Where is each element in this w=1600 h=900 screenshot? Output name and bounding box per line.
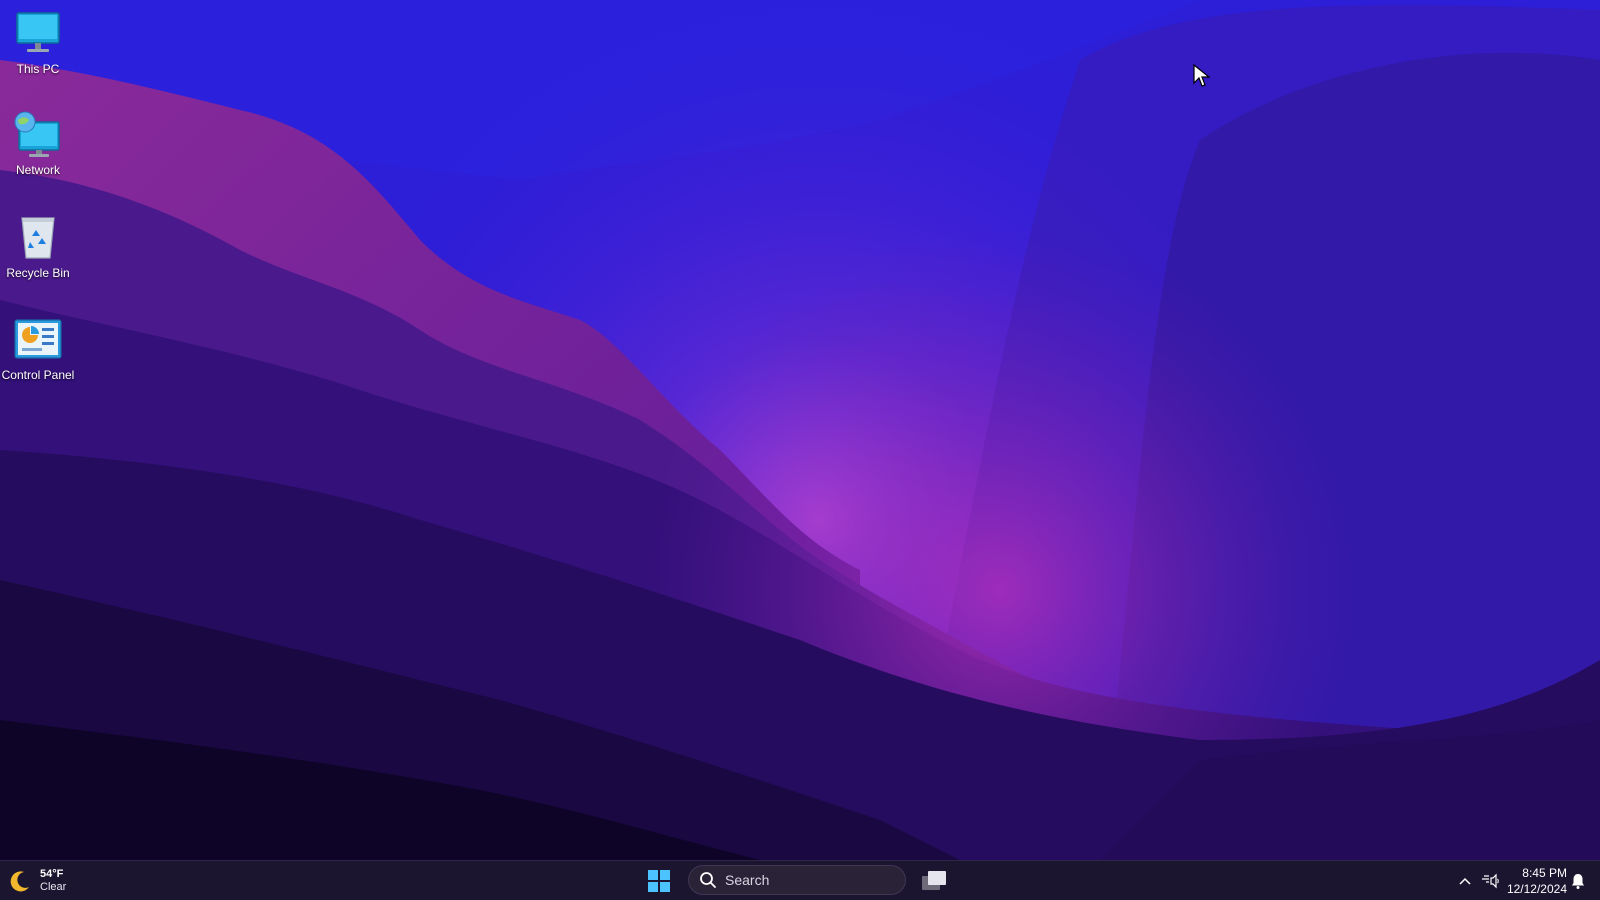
show-hidden-icons-button[interactable] [1457,871,1473,891]
notification-center-button[interactable] [1568,871,1588,891]
start-button[interactable] [645,868,673,894]
monitor-icon [13,8,63,58]
desktop-icon-network[interactable]: Network [0,109,76,177]
desktop-icon-label: Network [15,163,60,177]
desktop-icon-this-pc[interactable]: This PC [0,8,76,76]
mouse-cursor-icon [1193,64,1211,87]
windows-logo-icon [648,870,670,892]
desktop-icon-label: Control Panel [1,368,75,382]
control-panel-icon [13,314,63,364]
network-globe-icon [13,109,63,159]
task-view-icon [922,871,946,890]
desktop[interactable]: This PC Network Recycle Bin Control Pane… [0,0,1600,860]
bell-icon [1572,874,1584,889]
taskbar-search-box[interactable]: Search [688,865,906,895]
weather-condition: Clear [40,881,67,893]
moon-icon [10,871,29,892]
clock-time: 8:45 PM [1522,866,1567,880]
search-placeholder: Search [725,872,770,888]
task-view-button[interactable] [920,868,948,894]
desktop-icon-label: This PC [16,62,60,76]
chevron-up-icon [1459,877,1471,885]
quick-settings-button[interactable] [1479,871,1501,891]
recycle-bin-icon [13,212,63,262]
weather-widget[interactable]: 54°F Clear [8,866,66,896]
system-clock[interactable]: 8:45 PM 12/12/2024 [1503,865,1567,897]
desktop-icon-control-panel[interactable]: Control Panel [0,314,76,382]
desktop-icon-recycle-bin[interactable]: Recycle Bin [0,212,76,280]
wallpaper [0,0,1600,860]
search-icon [700,872,716,888]
taskbar: 54°F Clear Search 8:45 PM 12/12/2024 [0,860,1600,900]
desktop-icon-label: Recycle Bin [6,266,70,280]
network-volume-icon [1482,873,1499,889]
clock-date: 12/12/2024 [1506,882,1567,896]
weather-temperature: 54°F [40,868,64,880]
